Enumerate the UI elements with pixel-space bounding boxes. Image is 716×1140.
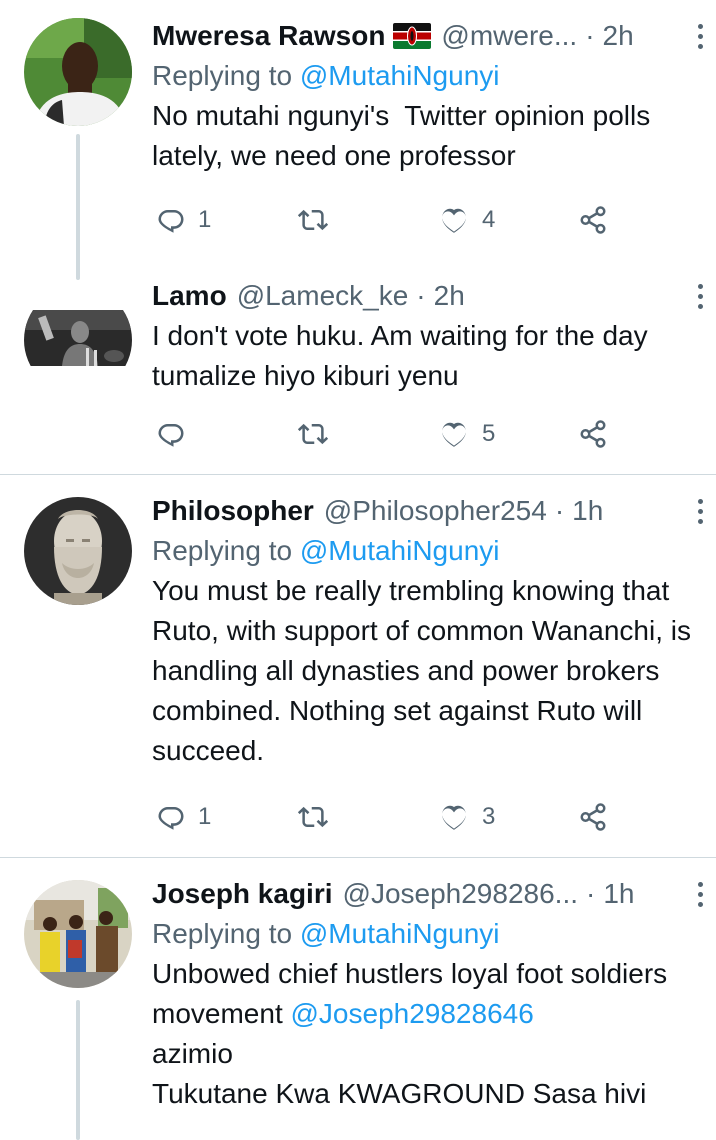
mention-link[interactable]: @MutahiNgunyi bbox=[300, 918, 500, 949]
separator-dot: · bbox=[586, 878, 596, 909]
separator-dot: · bbox=[554, 495, 565, 526]
share-button[interactable] bbox=[578, 414, 608, 454]
mention-link[interactable]: @MutahiNgunyi bbox=[300, 535, 500, 566]
timestamp[interactable]: 1h bbox=[572, 495, 603, 527]
reply-count: 1 bbox=[198, 206, 212, 233]
retweet-icon bbox=[298, 205, 328, 235]
retweet-icon bbox=[298, 419, 328, 449]
user-handle[interactable]: @mwere... bbox=[441, 20, 577, 52]
user-handle[interactable]: @Joseph298286... bbox=[343, 878, 578, 910]
tweet-text: I don't vote huku. Am waiting for the da… bbox=[152, 320, 656, 391]
share-icon bbox=[578, 419, 608, 449]
more-options-icon[interactable] bbox=[690, 491, 710, 531]
tweet-text: You must be really trembling knowing tha… bbox=[152, 575, 699, 766]
thread-line bbox=[76, 134, 80, 280]
share-icon bbox=[578, 802, 608, 832]
reply-count: 1 bbox=[198, 803, 212, 830]
display-name[interactable]: Mweresa Rawson bbox=[152, 20, 385, 52]
display-name[interactable]: Philosopher bbox=[152, 495, 314, 527]
more-options-icon[interactable] bbox=[690, 276, 710, 316]
like-count: 3 bbox=[482, 803, 496, 830]
replying-to: Replying to @MutahiNgunyi bbox=[152, 60, 500, 91]
reply-icon bbox=[156, 802, 186, 832]
tweet-text: No mutahi ngunyi's Twitter opinion polls… bbox=[152, 100, 658, 171]
reply-icon bbox=[156, 419, 186, 449]
user-handle[interactable]: @Lameck_ke bbox=[237, 280, 409, 312]
tweet[interactable]: Philosopher @Philosopher254 · 1h Replyin… bbox=[0, 475, 716, 857]
like-icon bbox=[438, 418, 470, 450]
display-name[interactable]: Lamo bbox=[152, 280, 227, 312]
retweet-button[interactable] bbox=[298, 797, 328, 837]
thread-line bbox=[76, 1000, 80, 1140]
share-button[interactable] bbox=[578, 797, 608, 837]
replying-to: Replying to @MutahiNgunyi bbox=[152, 535, 500, 566]
like-icon bbox=[438, 801, 470, 833]
avatar-lamo[interactable] bbox=[24, 286, 132, 394]
tweet[interactable]: Lamo @Lameck_ke · 2h I don't vote huku. … bbox=[0, 272, 716, 474]
separator-dot: · bbox=[585, 20, 595, 51]
reply-button[interactable] bbox=[156, 414, 186, 454]
separator-dot: · bbox=[416, 280, 426, 311]
reply-button[interactable]: 1 bbox=[156, 200, 211, 240]
timestamp[interactable]: 1h bbox=[603, 878, 634, 910]
mention-link[interactable]: @Joseph29828646 bbox=[291, 998, 534, 1029]
reply-button[interactable]: 1 bbox=[156, 797, 211, 837]
display-name[interactable]: Joseph kagiri bbox=[152, 878, 333, 910]
timestamp[interactable]: 2h bbox=[434, 280, 465, 312]
like-icon bbox=[438, 204, 470, 236]
reply-icon bbox=[156, 205, 186, 235]
like-count: 4 bbox=[482, 206, 496, 233]
share-icon bbox=[578, 205, 608, 235]
avatar-philosopher[interactable] bbox=[24, 497, 132, 605]
retweet-button[interactable] bbox=[298, 200, 328, 240]
like-button[interactable]: 4 bbox=[438, 200, 495, 240]
timestamp[interactable]: 2h bbox=[603, 20, 634, 52]
avatar-mweresa[interactable] bbox=[24, 18, 132, 126]
tweet[interactable]: Joseph kagiri @Joseph298286... · 1h Repl… bbox=[0, 858, 716, 1140]
mention-link[interactable]: @MutahiNgunyi bbox=[300, 60, 500, 91]
retweet-icon bbox=[298, 802, 328, 832]
like-count: 5 bbox=[482, 420, 496, 447]
like-button[interactable]: 3 bbox=[438, 797, 495, 837]
more-options-icon[interactable] bbox=[690, 874, 710, 914]
tweet-text: Unbowed chief hustlers loyal foot soldie… bbox=[152, 958, 683, 1109]
avatar-joseph[interactable] bbox=[24, 880, 132, 988]
tweet[interactable]: Mweresa Rawson @mwere... · 2h Replying t… bbox=[0, 0, 716, 280]
more-options-icon[interactable] bbox=[690, 16, 710, 56]
retweet-button[interactable] bbox=[298, 414, 328, 454]
user-handle[interactable]: @Philosopher254 bbox=[324, 495, 547, 527]
replying-to: Replying to @MutahiNgunyi bbox=[152, 918, 500, 949]
like-button[interactable]: 5 bbox=[438, 414, 495, 454]
share-button[interactable] bbox=[578, 200, 608, 240]
kenya-flag-icon bbox=[393, 23, 432, 49]
